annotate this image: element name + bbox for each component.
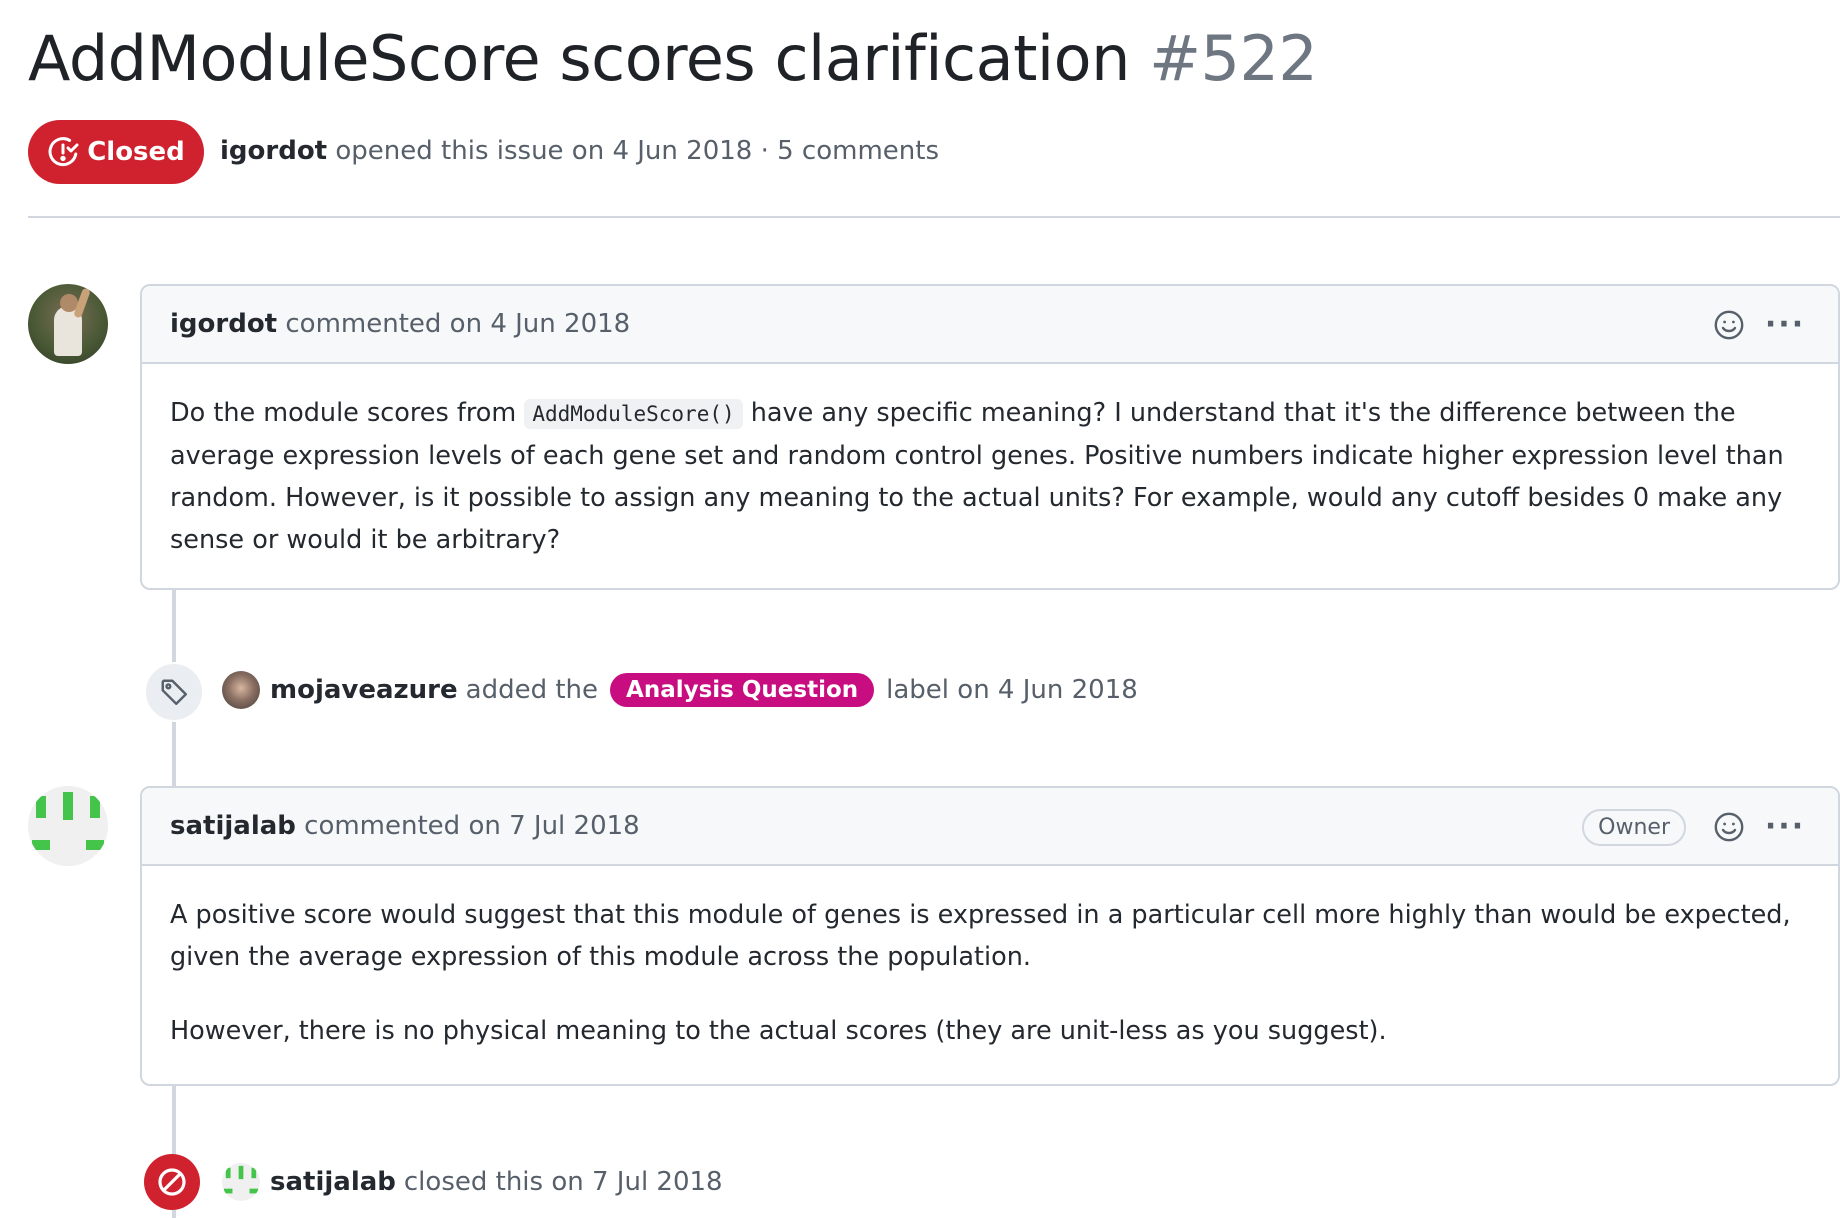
smiley-icon[interactable] [1712, 810, 1746, 844]
comment-body: Do the module scores from AddModuleScore… [142, 364, 1838, 585]
event-text-pre: added the [465, 675, 599, 705]
comment-header: satijalab commented on 7 Jul 2018 Owner … [142, 788, 1838, 866]
state-label: Closed [87, 137, 185, 167]
comment-paragraph: However, there is no physical meaning to… [170, 1016, 1387, 1046]
issue-closed-icon [48, 137, 79, 167]
issue-title-text: AddModuleScore scores clarification [28, 22, 1130, 95]
close-event: satijalab closed this on 7 Jul 2018 [270, 1160, 723, 1204]
event-actor[interactable]: mojaveazure [270, 675, 458, 705]
avatar-mojaveazure[interactable] [222, 671, 260, 709]
issue-title: AddModuleScore scores clarification #522 [28, 22, 1318, 95]
event-text-post[interactable]: label on 4 Jun 2018 [886, 675, 1138, 705]
issue-author-link[interactable]: igordot [220, 136, 327, 166]
comment-meta: satijalab commented on 7 Jul 2018 [170, 811, 640, 841]
label-event: mojaveazure added the Analysis Question … [270, 668, 1138, 712]
avatar-satijalab-small[interactable] [222, 1163, 260, 1201]
issue-number: #522 [1149, 22, 1318, 95]
issue-opened-text: opened this issue on 4 Jun 2018 · 5 comm… [335, 136, 939, 166]
closed-state-badge: Closed [28, 120, 204, 184]
issue-meta: igordot opened this issue on 4 Jun 2018 … [220, 136, 939, 166]
comment-satijalab: satijalab commented on 7 Jul 2018 Owner … [140, 786, 1840, 1086]
comment-author[interactable]: satijalab [170, 811, 296, 841]
comment-igordot: igordot commented on 4 Jun 2018 ··· Do t… [140, 284, 1840, 590]
comment-action[interactable]: commented on 4 Jun 2018 [285, 309, 630, 339]
avatar-igordot[interactable] [28, 284, 108, 364]
header-divider [28, 216, 1840, 218]
comment-text: Do the module scores from [170, 398, 525, 428]
tag-icon [144, 662, 204, 722]
kebab-icon[interactable]: ··· [1765, 308, 1803, 342]
smiley-icon[interactable] [1712, 308, 1746, 342]
comment-meta: igordot commented on 4 Jun 2018 [170, 309, 630, 339]
avatar-satijalab[interactable] [28, 786, 108, 866]
event-close-text[interactable]: closed this on 7 Jul 2018 [404, 1167, 723, 1197]
event-actor[interactable]: satijalab [270, 1167, 396, 1197]
comment-author[interactable]: igordot [170, 309, 277, 339]
comment-paragraph: A positive score would suggest that this… [170, 900, 1791, 972]
label-analysis-question[interactable]: Analysis Question [610, 673, 875, 707]
circle-slash-icon [144, 1154, 200, 1210]
comment-body: A positive score would suggest that this… [142, 866, 1838, 1076]
comment-action[interactable]: commented on 7 Jul 2018 [304, 811, 640, 841]
inline-code: AddModuleScore() [524, 399, 743, 429]
comment-header: igordot commented on 4 Jun 2018 ··· [142, 286, 1838, 364]
kebab-icon[interactable]: ··· [1765, 810, 1803, 844]
owner-badge: Owner [1582, 808, 1686, 846]
